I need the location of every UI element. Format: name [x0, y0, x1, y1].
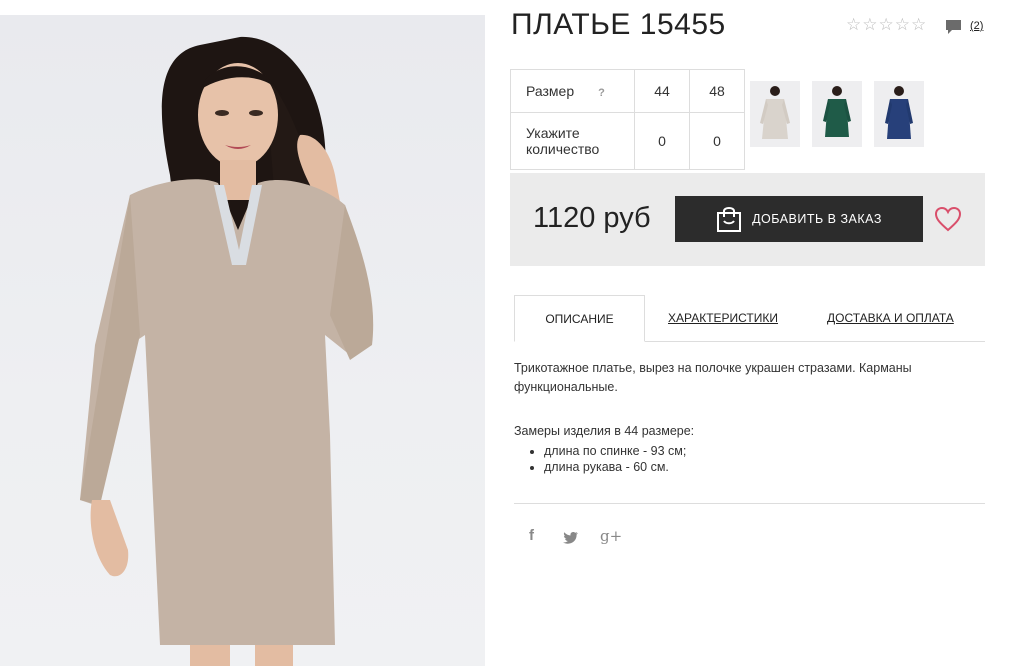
quantity-field-48[interactable]: 0 [689, 112, 745, 170]
product-title: ПЛАТЬЕ 15455 [511, 8, 726, 41]
tab-characteristics[interactable]: ХАРАКТЕРИСТИКИ [668, 295, 778, 340]
thumbnail-green-dress[interactable] [812, 81, 862, 147]
star-icon[interactable]: ☆ [862, 16, 877, 34]
thumbnail-navy-dress[interactable] [874, 81, 924, 147]
product-price: 1120 руб [533, 202, 651, 234]
description-text: Трикотажное платье, вырез на полочке укр… [514, 361, 912, 394]
rating-stars[interactable]: ☆ ☆ ☆ ☆ ☆ [846, 16, 926, 34]
tab-delivery-payment[interactable]: ДОСТАВКА И ОПЛАТА [827, 295, 954, 340]
list-item: длина рукава - 60 см. [544, 459, 974, 475]
star-icon[interactable]: ☆ [879, 16, 894, 34]
product-photo[interactable] [0, 15, 485, 666]
comment-icon[interactable] [945, 19, 962, 36]
size-option-44[interactable]: 44 [634, 69, 690, 113]
shopping-bag-icon [717, 207, 742, 232]
divider [514, 503, 985, 504]
product-info-tabs: ОПИСАНИЕ ХАРАКТЕРИСТИКИ ДОСТАВКА И ОПЛАТ… [514, 295, 985, 342]
size-quantity-table: Размер? 44 48 Укажите количество 0 0 [510, 69, 745, 170]
quantity-label-line2: количество [526, 141, 600, 157]
purchase-panel: 1120 руб ДОБАВИТЬ В ЗАКАЗ [510, 173, 985, 266]
star-icon[interactable]: ☆ [895, 16, 910, 34]
measures-title: Замеры изделия в 44 размере: [514, 424, 695, 438]
tab-description[interactable]: ОПИСАНИЕ [514, 295, 645, 342]
dress-model-illustration [80, 36, 374, 666]
size-help-icon[interactable]: ? [598, 87, 605, 99]
reviews-count-link[interactable]: (2) [970, 20, 983, 32]
quantity-field-44[interactable]: 0 [634, 112, 690, 170]
list-item: длина по спинке - 93 см; [544, 443, 974, 459]
add-to-order-button[interactable]: ДОБАВИТЬ В ЗАКАЗ [675, 196, 923, 242]
twitter-icon[interactable] [563, 531, 579, 544]
quantity-label-line1: Укажите [526, 125, 580, 141]
star-icon[interactable]: ☆ [911, 16, 926, 34]
size-label: Размер [526, 83, 575, 99]
size-option-48[interactable]: 48 [689, 69, 745, 113]
google-plus-icon[interactable]: g+ [600, 527, 622, 545]
star-icon[interactable]: ☆ [846, 16, 861, 34]
add-to-order-label: ДОБАВИТЬ В ЗАКАЗ [752, 212, 882, 226]
measures-list: длина по спинке - 93 см; длина рукава - … [514, 443, 974, 475]
facebook-icon[interactable]: f [529, 527, 534, 544]
description-panel: Трикотажное платье, вырез на полочке укр… [514, 359, 974, 475]
wishlist-heart-icon[interactable] [934, 206, 962, 232]
thumbnail-beige-dress[interactable] [750, 81, 800, 147]
